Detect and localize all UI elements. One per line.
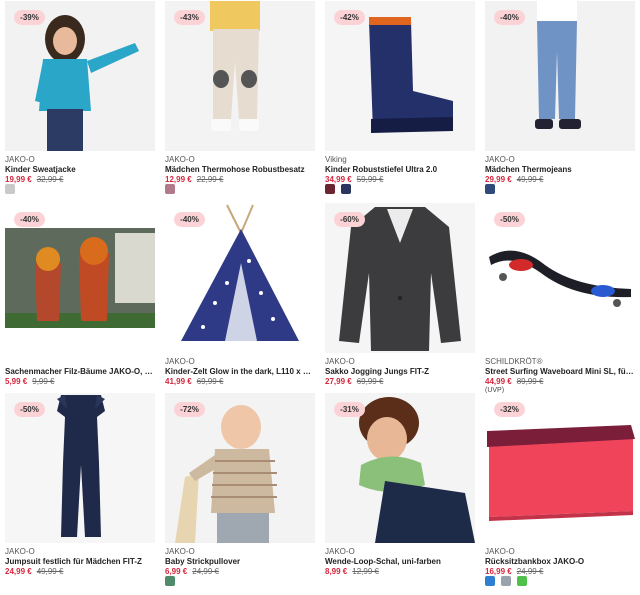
sale-price: 19,99 € (5, 175, 32, 184)
product-image[interactable]: -40% (5, 203, 155, 353)
product-title[interactable]: Kinder Robuststiefel Ultra 2.0 (325, 165, 475, 174)
color-swatches (165, 576, 181, 588)
product-prices: 24,99 € 49,99 € (5, 567, 63, 576)
product-prices: 44,99 € 89,99 € (485, 377, 543, 386)
product-image[interactable]: -43% (165, 1, 315, 151)
boot-swatch-icon[interactable] (325, 184, 335, 194)
product-prices: 19,99 € 32,99 € (5, 175, 63, 184)
product-prices: 29,99 € 49,99 € (485, 175, 543, 184)
product-title[interactable]: Mädchen Thermohose Robustbesatz (165, 165, 315, 174)
product-brand: JAKO-O (5, 547, 35, 556)
product-title[interactable]: Street Surfing Waveboard Mini SL, für Ki… (485, 367, 635, 376)
original-price: 69,99 € (196, 377, 224, 386)
discount-badge: -40% (14, 212, 45, 227)
product-brand: JAKO-O (485, 547, 515, 556)
product-image[interactable]: -60% (325, 203, 475, 353)
product-prices: 27,99 € 69,99 € (325, 377, 383, 386)
discount-badge: -50% (494, 212, 525, 227)
product-title[interactable]: Jumpsuit festlich für Mädchen FIT-Z (5, 557, 155, 566)
original-price: 49,99 € (36, 567, 64, 576)
jacket-swatch-icon[interactable] (5, 184, 15, 194)
discount-badge: -39% (14, 10, 45, 25)
sale-price: 41,99 € (165, 377, 192, 386)
sale-price: 16,99 € (485, 567, 512, 576)
original-price: 12,99 € (352, 567, 379, 576)
sale-price: 29,99 € (485, 175, 512, 184)
color-swatches (485, 576, 533, 588)
product-brand: JAKO-O (165, 155, 195, 164)
sale-price: 24,99 € (5, 567, 32, 576)
discount-badge: -72% (174, 402, 205, 417)
sale-price: 34,99 € (325, 175, 352, 184)
product-prices: 6,99 € 24,99 € (165, 567, 219, 576)
original-price: 49,99 € (516, 175, 544, 184)
product-prices: 41,99 € 69,99 € (165, 377, 223, 386)
original-price: 22,99 € (196, 175, 224, 184)
product-image[interactable]: -39% (5, 1, 155, 151)
product-title[interactable]: Kinder Sweatjacke (5, 165, 155, 174)
discount-badge: -42% (334, 10, 365, 25)
product-image[interactable]: -72% (165, 393, 315, 543)
product-title[interactable]: Baby Strickpullover (165, 557, 315, 566)
sale-price: 44,99 € (485, 377, 512, 386)
product-title[interactable]: Mädchen Thermojeans (485, 165, 635, 174)
product-image[interactable]: -31% (325, 393, 475, 543)
box-swatch-icon[interactable] (501, 576, 511, 586)
color-swatches (165, 184, 181, 196)
sale-price: 8,99 € (325, 567, 348, 576)
product-image[interactable]: -50% (5, 393, 155, 543)
product-title[interactable]: Sakko Jogging Jungs FIT-Z (325, 367, 475, 376)
jeans-swatch-icon[interactable] (485, 184, 495, 194)
sale-price: 6,99 € (165, 567, 188, 576)
pants-swatch-icon[interactable] (165, 184, 175, 194)
product-brand: SCHILDKRÖT® (485, 357, 543, 366)
boot-swatch-icon[interactable] (341, 184, 351, 194)
original-price: 59,99 € (356, 175, 384, 184)
product-title[interactable]: Kinder-Zelt Glow in the dark, L110 x B11… (165, 367, 315, 376)
discount-badge: -31% (334, 402, 365, 417)
product-brand: JAKO-O (325, 547, 355, 556)
product-image[interactable]: -42% (325, 1, 475, 151)
product-image[interactable]: -50% (485, 203, 635, 353)
original-price: 24,99 € (516, 567, 544, 576)
product-brand: Viking (325, 155, 347, 164)
product-prices: 16,99 € 24,99 € (485, 567, 543, 576)
product-brand: JAKO-O (5, 155, 35, 164)
product-title[interactable]: Sachenmacher Filz-Bäume JAKO-O, Ba... (5, 367, 155, 376)
sale-price: 5,99 € (5, 377, 28, 386)
product-prices: 34,99 € 59,99 € (325, 175, 383, 184)
discount-badge: -50% (14, 402, 45, 417)
product-prices: 12,99 € 22,99 € (165, 175, 223, 184)
original-price: 89,99 € (516, 377, 544, 386)
product-prices: 8,99 € 12,99 € (325, 567, 379, 576)
discount-badge: -32% (494, 402, 525, 417)
product-brand: JAKO-O (325, 357, 355, 366)
discount-badge: -40% (494, 10, 525, 25)
product-brand: JAKO-O (165, 357, 195, 366)
box-swatch-icon[interactable] (485, 576, 495, 586)
sale-price: 12,99 € (165, 175, 192, 184)
discount-badge: -60% (334, 212, 365, 227)
product-prices: 5,99 € 9,99 € (5, 377, 55, 386)
color-swatches (325, 184, 357, 196)
product-brand: JAKO-O (165, 547, 195, 556)
product-title[interactable]: Wende-Loop-Schal, uni-farben (325, 557, 475, 566)
color-swatches (485, 184, 501, 196)
product-title[interactable]: Rücksitzbankbox JAKO-O (485, 557, 635, 566)
box-swatch-icon[interactable] (517, 576, 527, 586)
discount-badge: -43% (174, 10, 205, 25)
original-price: 69,99 € (356, 377, 384, 386)
color-swatches (5, 184, 21, 196)
discount-badge: -40% (174, 212, 205, 227)
original-price: 9,99 € (32, 377, 55, 386)
sale-price: 27,99 € (325, 377, 352, 386)
product-image[interactable]: -40% (485, 1, 635, 151)
original-price: 24,99 € (192, 567, 219, 576)
product-image[interactable]: -40% (165, 203, 315, 353)
product-image[interactable]: -32% (485, 393, 635, 543)
sweater-swatch-icon[interactable] (165, 576, 175, 586)
product-brand: JAKO-O (485, 155, 515, 164)
original-price: 32,99 € (36, 175, 64, 184)
